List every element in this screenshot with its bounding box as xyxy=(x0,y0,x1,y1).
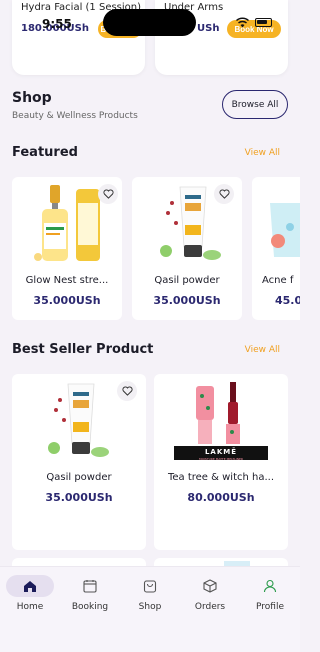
nav-label: Booking xyxy=(71,602,109,612)
nav-item-shop[interactable]: Shop xyxy=(125,575,175,612)
wifi-icon xyxy=(236,17,249,28)
heart-icon xyxy=(121,386,133,396)
product-card[interactable]: LAKMĒ MOISTURE MATTE MELTLINER Tea tree … xyxy=(154,374,288,550)
status-time: 9:55 xyxy=(42,17,72,31)
bottom-navigation: Home Booking Shop Orders Profile xyxy=(0,566,300,652)
nav-label: Orders xyxy=(194,602,226,612)
shop-subtitle: Beauty & Wellness Products xyxy=(12,111,138,121)
featured-title: Featured xyxy=(12,145,78,160)
nav-item-orders[interactable]: Orders xyxy=(185,575,235,612)
product-price: 45.0 xyxy=(275,294,300,307)
best-seller-title: Best Seller Product xyxy=(12,342,154,357)
product-name: Qasil powder xyxy=(46,472,112,483)
battery-icon xyxy=(255,18,272,27)
acne-product-image xyxy=(270,203,300,257)
calendar-icon xyxy=(83,580,97,593)
product-name: Acne fo xyxy=(262,275,294,286)
product-price: 35.000USh xyxy=(153,294,221,307)
nav-label: Shop xyxy=(138,602,162,612)
product-name: Glow Nest stre... xyxy=(25,275,109,286)
status-bar: 9:55 xyxy=(0,0,300,36)
product-name: Qasil powder xyxy=(154,275,220,286)
bag-icon xyxy=(143,580,157,593)
shop-title: Shop xyxy=(12,90,52,106)
product-price: 35.000USh xyxy=(33,294,101,307)
product-name: Tea tree & witch ha... xyxy=(167,472,275,483)
favorite-button[interactable] xyxy=(98,184,118,204)
nav-item-profile[interactable]: Profile xyxy=(245,575,295,612)
featured-view-all-link[interactable]: View All xyxy=(245,148,280,158)
product-price: 35.000USh xyxy=(45,491,113,504)
nav-label: Home xyxy=(16,602,44,612)
brand-sub-label: MOISTURE MATTE MELTLINER xyxy=(199,457,243,461)
brand-label: LAKMĒ xyxy=(204,448,238,456)
home-icon xyxy=(24,580,36,592)
heart-icon xyxy=(218,189,230,199)
product-card[interactable]: Qasil powder 35.000USh xyxy=(12,374,146,550)
favorite-button[interactable] xyxy=(214,184,234,204)
product-card[interactable]: Qasil powder 35.000USh xyxy=(132,177,242,320)
product-card[interactable]: Glow Nest stre... 35.000USh xyxy=(12,177,122,320)
product-card[interactable]: Acne fo 45.0 xyxy=(252,177,300,320)
heart-icon xyxy=(102,189,114,199)
serum-bottle-image xyxy=(34,185,100,261)
favorite-button[interactable] xyxy=(117,381,137,401)
best-seller-view-all-link[interactable]: View All xyxy=(245,345,280,355)
product-price: 80.000USh xyxy=(187,491,255,504)
dynamic-island xyxy=(103,9,196,36)
box-icon xyxy=(203,579,217,593)
nav-item-home[interactable]: Home xyxy=(5,575,55,612)
nav-label: Profile xyxy=(256,602,284,612)
user-icon xyxy=(263,579,277,593)
nav-item-booking[interactable]: Booking xyxy=(65,575,115,612)
sun-defence-tube-image xyxy=(48,383,109,457)
browse-all-button[interactable]: Browse All xyxy=(222,90,288,119)
